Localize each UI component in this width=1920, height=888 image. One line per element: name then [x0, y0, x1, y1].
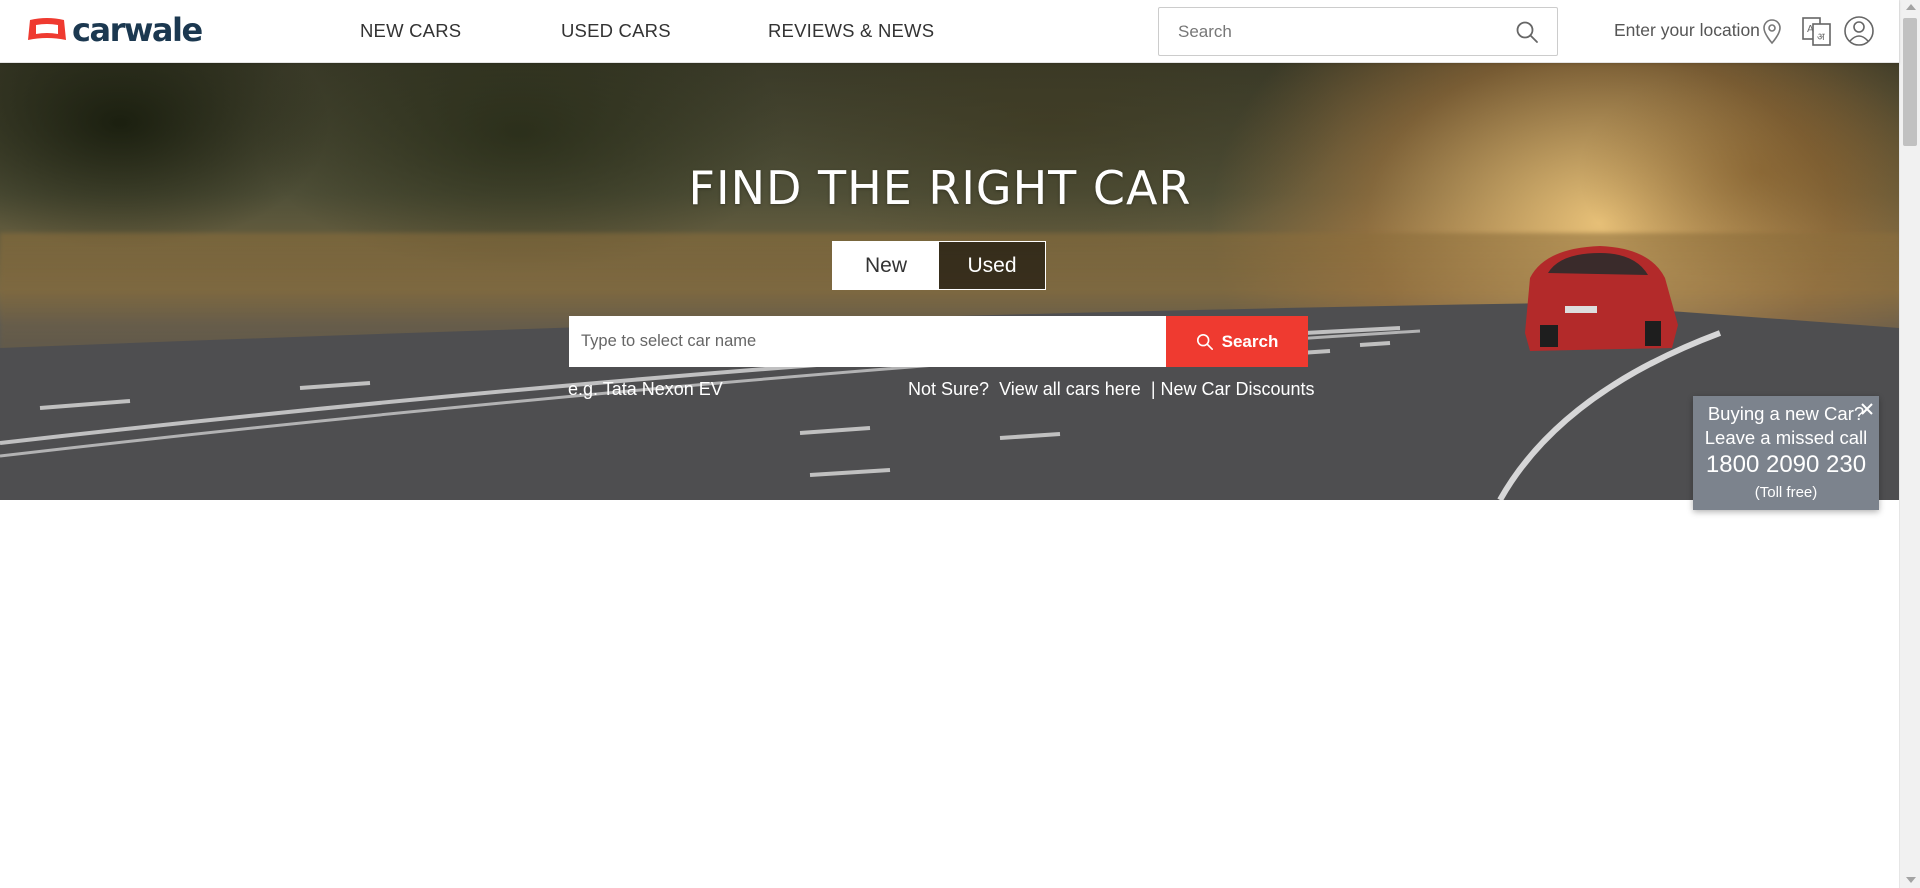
logo-wordmark: carwale: [72, 11, 203, 49]
carwale-logo[interactable]: carwale: [26, 11, 203, 49]
hero-banner: FIND THE RIGHT CAR New Used Search e.g. …: [0, 63, 1899, 500]
search-icon[interactable]: [1515, 20, 1539, 44]
scroll-down-arrow[interactable]: [1906, 877, 1916, 883]
carwale-logo-icon: [28, 18, 66, 40]
new-used-toggle: New Used: [832, 241, 1046, 290]
example-suggestion-link[interactable]: Tata Nexon EV: [603, 379, 723, 399]
hero-car-image: [1525, 246, 1678, 351]
nav-new-cars[interactable]: NEW CARS: [360, 20, 461, 42]
location-pin-icon[interactable]: [1762, 18, 1782, 46]
car-search-button[interactable]: Search: [1166, 316, 1308, 367]
user-account-icon[interactable]: [1843, 15, 1875, 47]
site-header: carwale NEW CARS USED CARS REVIEWS & NEW…: [0, 0, 1899, 63]
call-widget-phone[interactable]: 1800 2090 230: [1693, 451, 1879, 479]
location-selector[interactable]: Enter your location: [1614, 20, 1760, 41]
svg-text:अ: अ: [1817, 32, 1825, 43]
call-widget-note: (Toll free): [1754, 484, 1818, 501]
missed-call-widget[interactable]: Buying a new Car? Leave a missed call 18…: [1693, 396, 1879, 510]
language-icon[interactable]: A अ: [1801, 15, 1833, 47]
new-car-discounts-link[interactable]: New Car Discounts: [1161, 379, 1315, 400]
link-separator: |: [1150, 379, 1156, 399]
nav-reviews-news[interactable]: REVIEWS & NEWS: [768, 20, 934, 42]
scroll-up-arrow[interactable]: [1906, 4, 1916, 10]
search-icon: [1196, 333, 1213, 350]
search-button-label: Search: [1221, 331, 1279, 351]
example-prefix: e.g.: [568, 379, 599, 399]
svg-text:A: A: [1807, 24, 1814, 35]
page-scrollbar[interactable]: [1899, 0, 1920, 888]
hero-helper-links: Not Sure? View all cars here | New Car D…: [908, 379, 1315, 400]
call-widget-heading: Buying a new Car?: [1707, 403, 1865, 424]
search-example: e.g. Tata Nexon EV: [568, 379, 723, 400]
toggle-new[interactable]: New: [833, 242, 939, 289]
not-sure-text: Not Sure?: [908, 379, 990, 399]
car-name-search-input[interactable]: [569, 316, 1166, 367]
hero-title: FIND THE RIGHT CAR: [688, 161, 1192, 215]
nav-used-cars[interactable]: USED CARS: [561, 20, 671, 42]
header-search-box: [1158, 7, 1558, 56]
call-widget-subheading: Leave a missed call: [1704, 427, 1868, 448]
header-search-input[interactable]: [1159, 8, 1499, 55]
toggle-used[interactable]: Used: [939, 242, 1045, 289]
page-content: [0, 500, 1899, 888]
scroll-thumb[interactable]: [1903, 18, 1917, 146]
view-all-cars-link[interactable]: View all cars here: [999, 379, 1141, 400]
